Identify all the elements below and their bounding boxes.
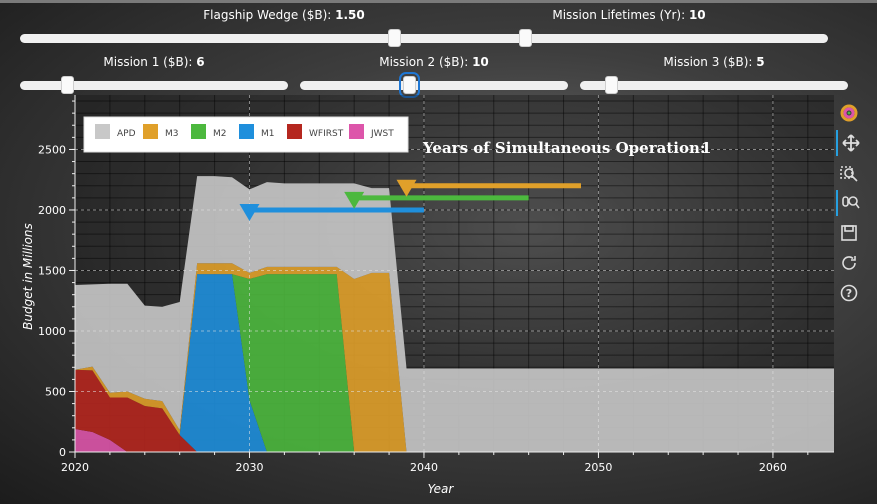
legend-swatch-m1 xyxy=(239,124,254,139)
slider-lifetimes-track[interactable] xyxy=(430,34,828,43)
budget-chart: 2020 2030 2040 2050 2060 0 500 1000 1500 2000 2500… xyxy=(21,95,834,496)
slider-m1[interactable]: Mission 1 ($B): 6 xyxy=(20,55,288,95)
pan-icon[interactable] xyxy=(836,130,864,156)
x-tick-label: 2050 xyxy=(584,461,612,474)
legend-swatch-apd xyxy=(95,124,110,139)
top-border xyxy=(0,0,877,3)
legend-swatch-m2 xyxy=(191,124,206,139)
slider-m2-track[interactable] xyxy=(300,81,568,90)
slider-m1-title: Mission 1 ($B): xyxy=(103,55,197,69)
y-tick-label: 2000 xyxy=(38,204,66,217)
slider-m3-track[interactable] xyxy=(580,81,848,90)
slider-m1-value: 6 xyxy=(196,55,205,69)
slider-m3-handle[interactable] xyxy=(605,76,619,94)
help-icon[interactable]: ? xyxy=(836,280,862,306)
y-tick-label: 1000 xyxy=(38,325,66,338)
legend-label-wfirst: WFIRST xyxy=(309,129,344,139)
save-icon[interactable] xyxy=(836,220,862,246)
x-tick-label: 2020 xyxy=(61,461,89,474)
legend-swatch-m3 xyxy=(143,124,158,139)
slider-m3[interactable]: Mission 3 ($B): 5 xyxy=(580,55,848,95)
legend-swatch-wfirst xyxy=(287,124,302,139)
x-axis-label: Year xyxy=(428,482,455,496)
legend-label-jwst: JWST xyxy=(370,129,394,139)
slider-m1-handle[interactable] xyxy=(61,76,75,94)
bokeh-logo-icon[interactable] xyxy=(836,100,862,126)
slider-m1-label: Mission 1 ($B): 6 xyxy=(20,55,288,69)
legend-label-m3: M3 xyxy=(165,129,179,139)
wheel-zoom-icon[interactable] xyxy=(836,190,864,216)
slider-lifetimes-value: 10 xyxy=(688,8,706,22)
slider-m2-title: Mission 2 ($B): xyxy=(379,55,473,69)
slider-m3-label: Mission 3 ($B): 5 xyxy=(580,55,848,69)
y-tick-label: 1500 xyxy=(38,264,66,277)
box-zoom-icon[interactable] xyxy=(836,162,862,188)
slider-m3-title: Mission 3 ($B): xyxy=(663,55,757,69)
y-tick-label: 500 xyxy=(45,385,66,398)
slider-flagship-title: Flagship Wedge ($B): xyxy=(203,8,336,22)
reset-icon[interactable] xyxy=(836,250,862,276)
legend-label-m2: M2 xyxy=(213,129,227,139)
slider-m2-label: Mission 2 ($B): 10 xyxy=(300,55,568,69)
svg-text:?: ? xyxy=(846,287,852,300)
slider-flagship-value: 1.50 xyxy=(335,8,365,22)
x-tick-label: 2040 xyxy=(410,461,438,474)
slider-lifetimes-label: Mission Lifetimes (Yr): 10 xyxy=(430,8,828,22)
slider-m3-value: 5 xyxy=(756,55,765,69)
slider-m1-track[interactable] xyxy=(20,81,288,90)
slider-lifetimes-handle[interactable] xyxy=(518,29,532,47)
legend-swatch-jwst xyxy=(349,124,364,139)
legend-label-m1: M1 xyxy=(261,129,275,139)
slider-m2-value: 10 xyxy=(472,55,489,69)
slider-flagship-handle[interactable] xyxy=(387,29,401,47)
y-axis-label: Budget in Millions xyxy=(21,223,35,330)
y-tick-label: 2500 xyxy=(38,143,66,156)
slider-lifetimes-title: Mission Lifetimes (Yr): xyxy=(552,8,689,22)
simultaneous-operation-value: 1 xyxy=(701,139,711,157)
y-tick-label: 0 xyxy=(59,446,66,459)
x-tick-label: 2030 xyxy=(235,461,263,474)
simultaneous-operation-label: Years of Simultaneous Operation: xyxy=(422,139,705,157)
slider-m2[interactable]: Mission 2 ($B): 10 xyxy=(300,55,568,98)
slider-m2-handle[interactable] xyxy=(398,72,420,98)
x-tick-label: 2060 xyxy=(759,461,787,474)
slider-lifetimes[interactable]: Mission Lifetimes (Yr): 10 xyxy=(430,8,828,48)
legend-label-apd: APD xyxy=(117,129,136,139)
